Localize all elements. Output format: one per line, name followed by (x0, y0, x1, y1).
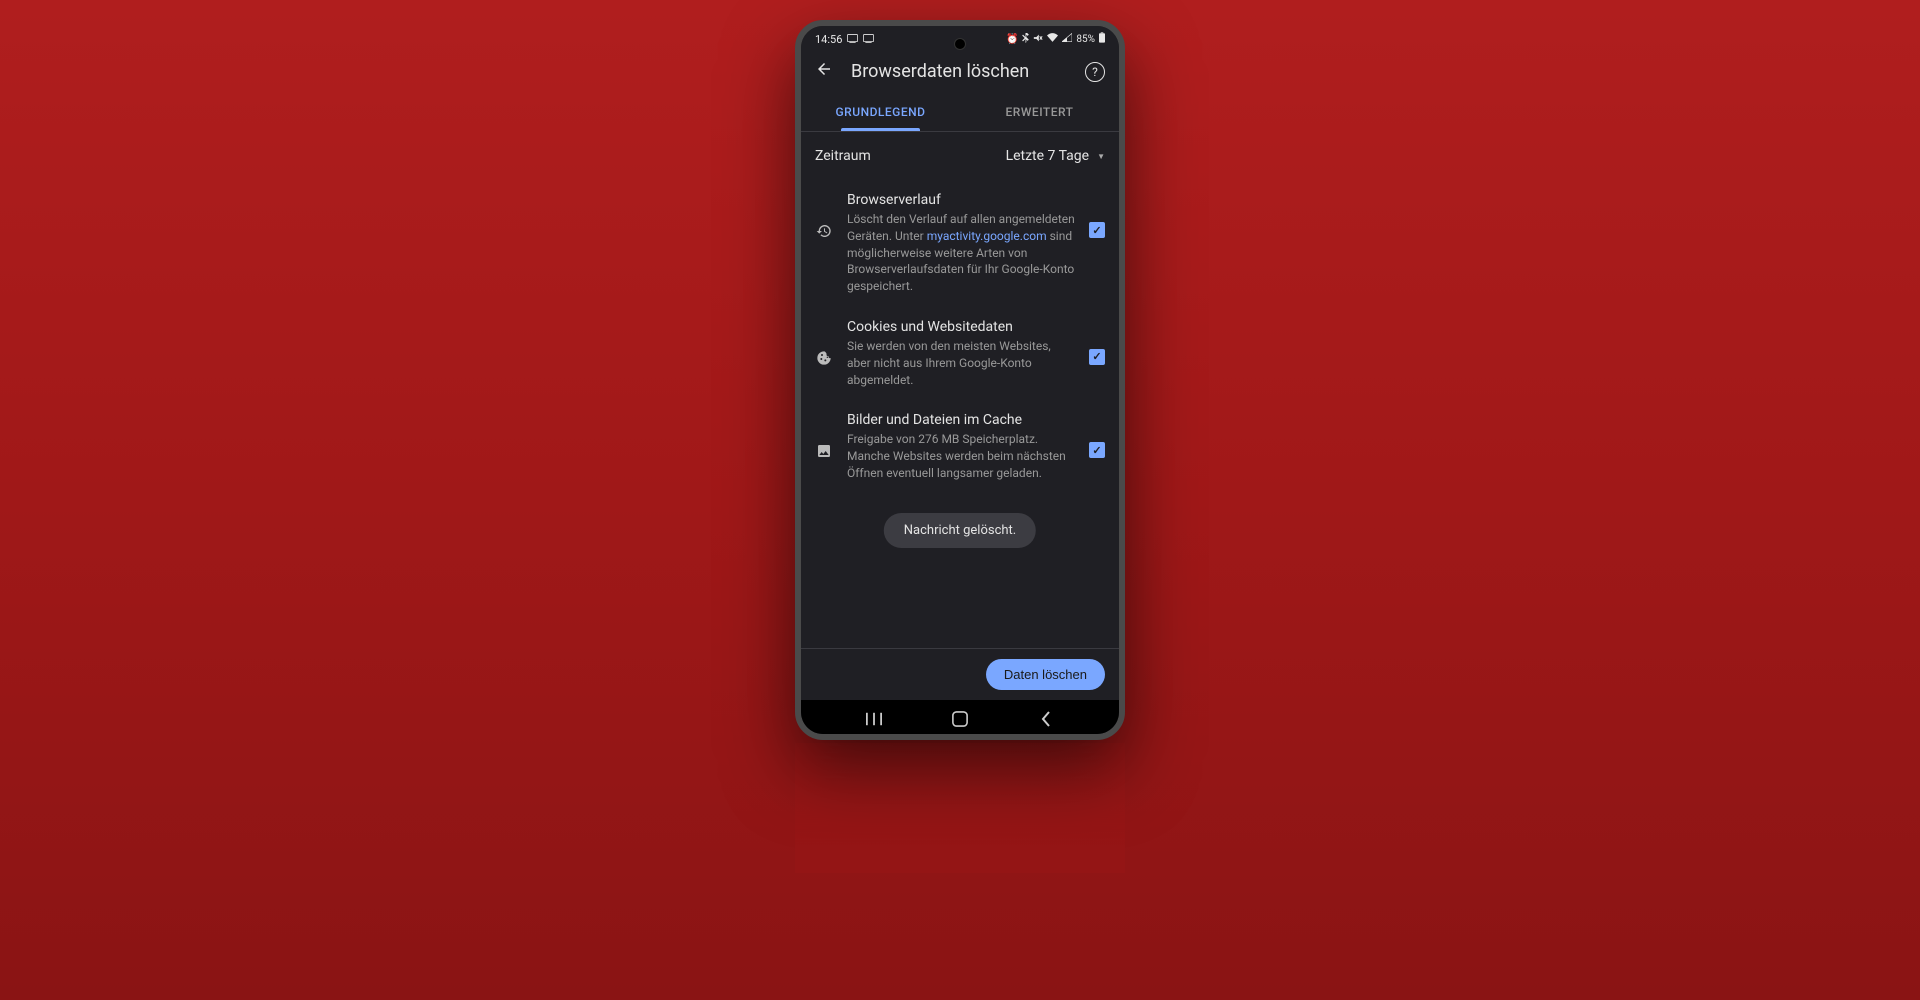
option-history-title: Browserverlauf (847, 192, 1075, 208)
option-history[interactable]: Browserverlauf Löscht den Verlauf auf al… (801, 180, 1119, 307)
back-button[interactable] (1037, 710, 1055, 728)
battery-icon (1099, 32, 1105, 46)
screen: 14:56 ⏰ (801, 26, 1119, 734)
page-title: Browserdaten löschen (851, 61, 1067, 82)
phone-reflection (795, 743, 1125, 873)
options-content: Browserverlauf Löscht den Verlauf auf al… (801, 180, 1119, 648)
time-range-label: Zeitraum (815, 148, 871, 164)
nav-bar (801, 700, 1119, 734)
app-bar: Browserdaten löschen ? (801, 50, 1119, 93)
help-icon[interactable]: ? (1085, 62, 1105, 82)
checkbox-cache[interactable]: ✓ (1089, 442, 1105, 458)
time-range-row: Zeitraum Letzte 7 Tage ▼ (801, 132, 1119, 180)
option-cookies-desc: Sie werden von den meisten Websites, abe… (847, 338, 1075, 388)
phone-frame: 14:56 ⏰ (795, 20, 1125, 740)
toast-message: Nachricht gelöscht. (884, 513, 1036, 548)
option-cookies-title: Cookies und Websitedaten (847, 319, 1075, 335)
time-range-dropdown[interactable]: Letzte 7 Tage ▼ (1006, 148, 1105, 164)
battery-percent: 85% (1076, 34, 1095, 45)
chevron-down-icon: ▼ (1097, 152, 1105, 161)
tabs: GRUNDLEGEND ERWEITERT (801, 93, 1119, 132)
status-bar: 14:56 ⏰ (801, 26, 1119, 50)
bluetooth-icon (1022, 33, 1029, 46)
image-icon (815, 442, 833, 460)
tab-advanced[interactable]: ERWEITERT (960, 93, 1119, 131)
time-range-value: Letzte 7 Tage (1006, 148, 1090, 164)
option-cache[interactable]: Bilder und Dateien im Cache Freigabe von… (801, 400, 1119, 493)
back-arrow-icon[interactable] (815, 60, 833, 83)
checkbox-cookies[interactable]: ✓ (1089, 349, 1105, 365)
status-time: 14:56 (815, 33, 842, 46)
option-cache-desc: Freigabe von 276 MB Speicherplatz. Manch… (847, 431, 1075, 481)
option-history-desc: Löscht den Verlauf auf allen angemeldete… (847, 211, 1075, 295)
clear-data-button[interactable]: Daten löschen (986, 659, 1105, 690)
option-cache-title: Bilder und Dateien im Cache (847, 412, 1075, 428)
myactivity-link[interactable]: myactivity.google.com (927, 229, 1047, 243)
cookie-icon (815, 349, 833, 367)
signal-icon (1062, 33, 1072, 45)
cast-icon (847, 33, 858, 46)
history-icon (815, 222, 833, 240)
wifi-icon (1047, 33, 1058, 45)
alarm-icon: ⏰ (1006, 34, 1018, 45)
option-cookies[interactable]: Cookies und Websitedaten Sie werden von … (801, 307, 1119, 400)
home-button[interactable] (951, 710, 969, 728)
cast-icon-2 (863, 33, 874, 46)
checkbox-history[interactable]: ✓ (1089, 222, 1105, 238)
action-bar: Daten löschen (801, 648, 1119, 700)
mute-icon (1033, 33, 1043, 46)
recent-apps-button[interactable] (865, 710, 883, 728)
tab-basic[interactable]: GRUNDLEGEND (801, 93, 960, 131)
